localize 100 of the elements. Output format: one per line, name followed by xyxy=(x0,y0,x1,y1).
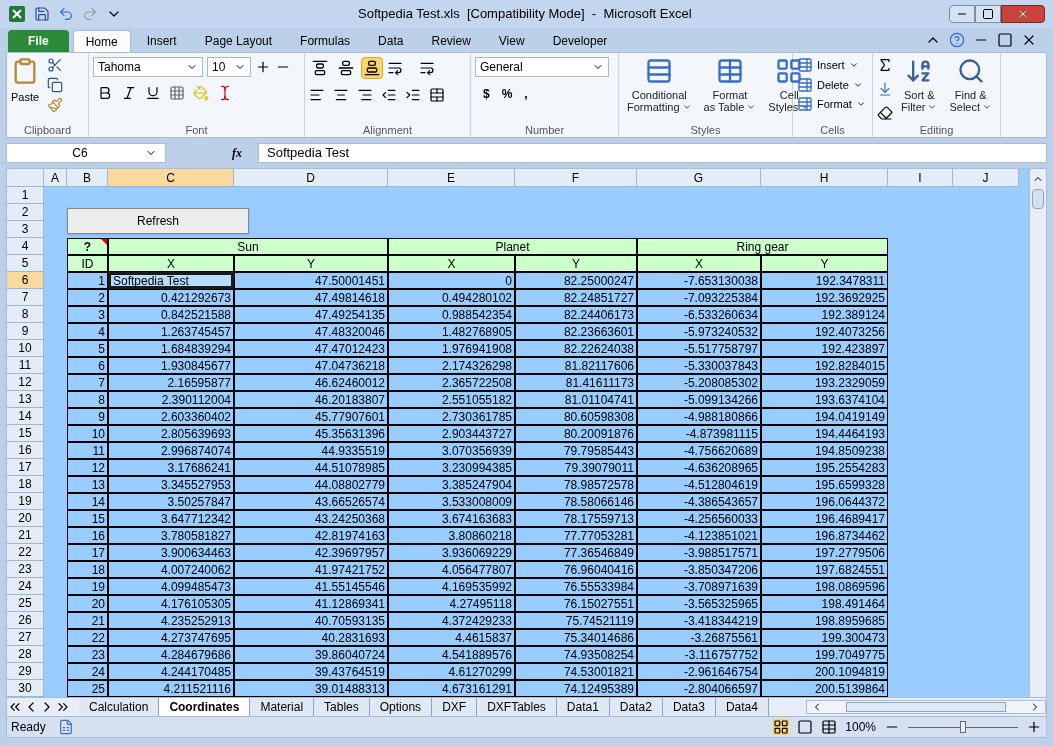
row-header[interactable]: 7 xyxy=(7,289,44,306)
row-header[interactable]: 25 xyxy=(7,595,44,612)
cells-button[interactable]: Format xyxy=(797,96,866,113)
clear-icon[interactable] xyxy=(877,105,893,121)
column-header[interactable]: B xyxy=(67,169,108,187)
macro-record-icon[interactable] xyxy=(57,719,74,735)
column-header[interactable]: G xyxy=(637,169,761,187)
ribbon-button[interactable]: Find & Select xyxy=(945,57,997,113)
copy-icon[interactable] xyxy=(47,77,64,93)
column-header[interactable]: A xyxy=(44,169,67,187)
ribbon-tab[interactable]: Data xyxy=(366,30,416,52)
autosum-icon[interactable] xyxy=(877,57,893,73)
align-left-icon[interactable] xyxy=(309,87,325,103)
merge-icon[interactable] xyxy=(429,87,445,103)
sheet-tab[interactable]: DXFTables xyxy=(477,698,557,716)
file-tab[interactable]: File xyxy=(8,30,69,52)
font-size-field[interactable]: 10 xyxy=(207,57,251,77)
ribbon-tab[interactable]: Formulas xyxy=(288,30,363,52)
align-center-icon[interactable] xyxy=(333,87,349,103)
row-header[interactable]: 27 xyxy=(7,629,44,646)
sheet-tab[interactable]: Calculation xyxy=(79,698,160,716)
cut-icon[interactable] xyxy=(47,57,64,73)
sheet-tab[interactable]: Data2 xyxy=(609,698,663,716)
row-header[interactable]: 6 xyxy=(7,272,44,289)
row-header[interactable]: 13 xyxy=(7,391,44,408)
number-format-field[interactable]: General xyxy=(475,57,609,77)
vertical-scrollbar[interactable] xyxy=(1029,169,1046,697)
name-box[interactable]: C6 xyxy=(6,143,166,163)
restore-workbook-icon[interactable] xyxy=(997,32,1013,48)
ribbon-tab[interactable]: Page Layout xyxy=(192,30,285,52)
ribbon-tab[interactable]: Review xyxy=(419,30,483,52)
font-name-field[interactable]: Tahoma xyxy=(93,57,203,77)
column-header[interactable]: C xyxy=(108,169,234,187)
row-header[interactable]: 15 xyxy=(7,425,44,442)
page-break-view-icon[interactable] xyxy=(821,719,838,735)
scroll-thumb[interactable] xyxy=(1032,189,1044,209)
row-header[interactable]: 2 xyxy=(7,204,44,221)
column-header[interactable]: F xyxy=(515,169,637,187)
row-header[interactable]: 9 xyxy=(7,323,44,340)
spreadsheet-logo-icon[interactable] xyxy=(8,5,26,23)
row-header[interactable]: 11 xyxy=(7,357,44,374)
row-header[interactable]: 8 xyxy=(7,306,44,323)
row-header[interactable]: 1 xyxy=(7,187,44,204)
close-button[interactable] xyxy=(1001,5,1045,23)
percent-button[interactable]: % xyxy=(501,85,513,103)
borders-icon[interactable] xyxy=(169,85,185,101)
minimize-button[interactable] xyxy=(949,5,975,23)
row-header[interactable]: 12 xyxy=(7,374,44,391)
save-icon[interactable] xyxy=(34,6,50,22)
row-header[interactable]: 10 xyxy=(7,340,44,357)
help-icon[interactable] xyxy=(949,32,965,48)
column-header[interactable]: D xyxy=(234,169,388,187)
maximize-button[interactable] xyxy=(975,5,1001,23)
ribbon-tab[interactable]: Home xyxy=(72,30,131,52)
currency-button[interactable]: $ xyxy=(483,85,490,103)
ribbon-tab[interactable]: View xyxy=(486,30,537,52)
row-header[interactable]: 14 xyxy=(7,408,44,425)
row-header[interactable]: 23 xyxy=(7,561,44,578)
ribbon-button[interactable]: Format as Table xyxy=(699,57,761,113)
sheet-tab[interactable]: Coordinates xyxy=(159,698,251,716)
formula-field[interactable]: Softpedia Test xyxy=(258,143,1047,163)
row-header[interactable]: 4 xyxy=(7,238,44,255)
wrap-text-icon[interactable] xyxy=(419,60,435,76)
column-header[interactable]: I xyxy=(888,169,953,187)
row-header[interactable]: 22 xyxy=(7,544,44,561)
sheet-tab[interactable]: DXF xyxy=(432,698,478,716)
italic-icon[interactable] xyxy=(121,85,137,101)
zoom-slider[interactable] xyxy=(908,721,1018,733)
row-header[interactable]: 26 xyxy=(7,612,44,629)
column-header[interactable]: H xyxy=(761,169,888,187)
row-header[interactable]: 20 xyxy=(7,510,44,527)
undo-icon[interactable] xyxy=(58,6,74,22)
vertical-align-button[interactable] xyxy=(361,57,383,79)
row-header[interactable]: 30 xyxy=(7,680,44,697)
comma-button[interactable]: , xyxy=(524,85,528,103)
sheet-tab[interactable]: Data1 xyxy=(556,698,610,716)
row-header[interactable]: 24 xyxy=(7,578,44,595)
row-header[interactable]: 17 xyxy=(7,459,44,476)
bold-icon[interactable] xyxy=(97,85,113,101)
row-header[interactable]: 18 xyxy=(7,476,44,493)
sheet-tab[interactable]: Data3 xyxy=(662,698,716,716)
ribbon-tab[interactable]: Insert xyxy=(134,30,189,52)
zoom-in-icon[interactable] xyxy=(1026,719,1042,735)
row-header[interactable]: 21 xyxy=(7,527,44,544)
row-header[interactable]: 19 xyxy=(7,493,44,510)
ribbon-button[interactable]: Conditional Formatting xyxy=(623,57,696,113)
zoom-level[interactable]: 100% xyxy=(845,718,876,736)
row-header[interactable]: 29 xyxy=(7,663,44,680)
row-header[interactable]: 16 xyxy=(7,442,44,459)
fill-icon[interactable] xyxy=(877,81,893,97)
row-header[interactable]: 5 xyxy=(7,255,44,272)
sheet-tab[interactable]: Data4 xyxy=(715,698,769,716)
sheet-tab[interactable]: Material xyxy=(250,698,315,716)
column-header[interactable]: E xyxy=(388,169,515,187)
ribbon-tab[interactable]: Developer xyxy=(540,30,620,52)
column-header[interactable]: J xyxy=(953,169,1019,187)
normal-view-icon[interactable] xyxy=(773,719,790,735)
sheet-tab[interactable]: Tables xyxy=(314,698,370,716)
fill-color-icon[interactable] xyxy=(193,85,209,101)
horizontal-scrollbar[interactable] xyxy=(806,700,1046,714)
